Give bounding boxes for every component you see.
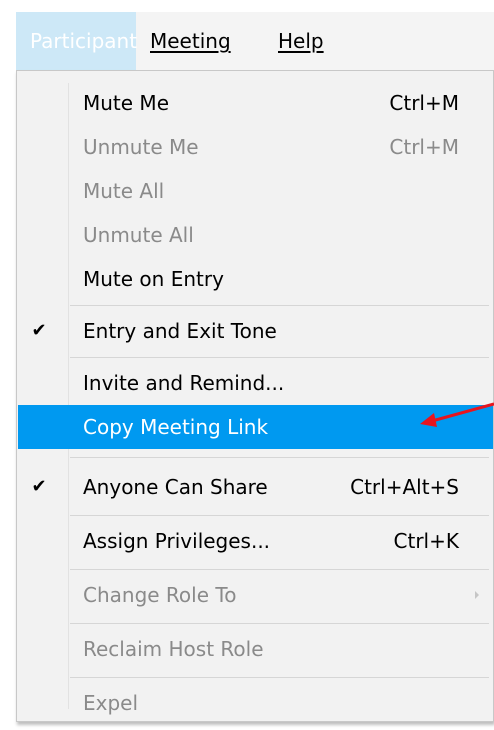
- menu-item-reclaim-host[interactable]: Reclaim Host Role: [70, 627, 493, 671]
- checkmark-icon: ✔: [31, 320, 47, 341]
- menu-bar: Participant Meeting Help: [16, 12, 494, 70]
- menu-separator: [70, 569, 489, 570]
- menu-item-label: Unmute Me: [83, 135, 199, 159]
- menu-item-label: Invite and Remind...: [83, 371, 285, 395]
- menubar-help[interactable]: Help: [278, 12, 324, 70]
- menu-item-label: Change Role To: [83, 583, 237, 607]
- menu-separator: [70, 515, 489, 516]
- menu-item-label: Copy Meeting Link: [83, 415, 269, 439]
- menu-item-copy-meeting-link[interactable]: Copy Meeting Link: [18, 405, 493, 449]
- menu-icon-column-divider: [68, 83, 69, 709]
- menu-item-expel[interactable]: Expel: [70, 681, 493, 725]
- menu-separator: [70, 357, 489, 358]
- menu-item-shortcut: Ctrl+K: [393, 529, 459, 553]
- menu-separator: [70, 677, 489, 678]
- menu-item-label: Reclaim Host Role: [83, 637, 264, 661]
- menu-item-shortcut: Ctrl+M: [389, 135, 459, 159]
- checkmark-icon: ✔: [31, 476, 47, 497]
- submenu-arrow-icon: [475, 591, 479, 599]
- menubar-meeting-label: Meeting: [150, 29, 231, 53]
- menu-item-mute-on-entry[interactable]: Mute on Entry: [70, 257, 493, 301]
- menubar-help-label: Help: [278, 29, 324, 53]
- menu-item-label: Expel: [83, 691, 139, 715]
- menu-item-unmute-all[interactable]: Unmute All: [70, 213, 493, 257]
- menu-item-anyone-can-share[interactable]: Anyone Can Share Ctrl+Alt+S: [70, 465, 493, 509]
- menu-item-label: Mute on Entry: [83, 267, 224, 291]
- menu-item-entry-exit-tone[interactable]: Entry and Exit Tone: [70, 309, 493, 353]
- menu-separator: [70, 457, 489, 458]
- menu-item-mute-me[interactable]: Mute Me Ctrl+M: [70, 81, 493, 125]
- menu-separator: [70, 305, 489, 306]
- menu-item-change-role[interactable]: Change Role To: [70, 573, 493, 617]
- menu-item-label: Anyone Can Share: [83, 475, 268, 499]
- menu-item-assign-privileges[interactable]: Assign Privileges... Ctrl+K: [70, 519, 493, 563]
- menu-item-mute-all[interactable]: Mute All: [70, 169, 493, 213]
- menu-item-unmute-me[interactable]: Unmute Me Ctrl+M: [70, 125, 493, 169]
- menu-item-label: Unmute All: [83, 223, 194, 247]
- menubar-participant-label: Participant: [30, 29, 138, 53]
- menu-item-label: Mute All: [83, 179, 165, 203]
- menu-item-shortcut: Ctrl+M: [389, 91, 459, 115]
- menubar-meeting[interactable]: Meeting: [150, 12, 231, 70]
- menu-item-label: Entry and Exit Tone: [83, 319, 277, 343]
- participant-dropdown-menu: Mute Me Ctrl+M Unmute Me Ctrl+M Mute All…: [16, 70, 494, 722]
- menu-item-label: Mute Me: [83, 91, 169, 115]
- menu-item-label: Assign Privileges...: [83, 529, 271, 553]
- menu-separator: [70, 623, 489, 624]
- menubar-participant[interactable]: Participant: [16, 12, 138, 70]
- menu-item-shortcut: Ctrl+Alt+S: [350, 475, 459, 499]
- menu-item-invite-remind[interactable]: Invite and Remind...: [70, 361, 493, 405]
